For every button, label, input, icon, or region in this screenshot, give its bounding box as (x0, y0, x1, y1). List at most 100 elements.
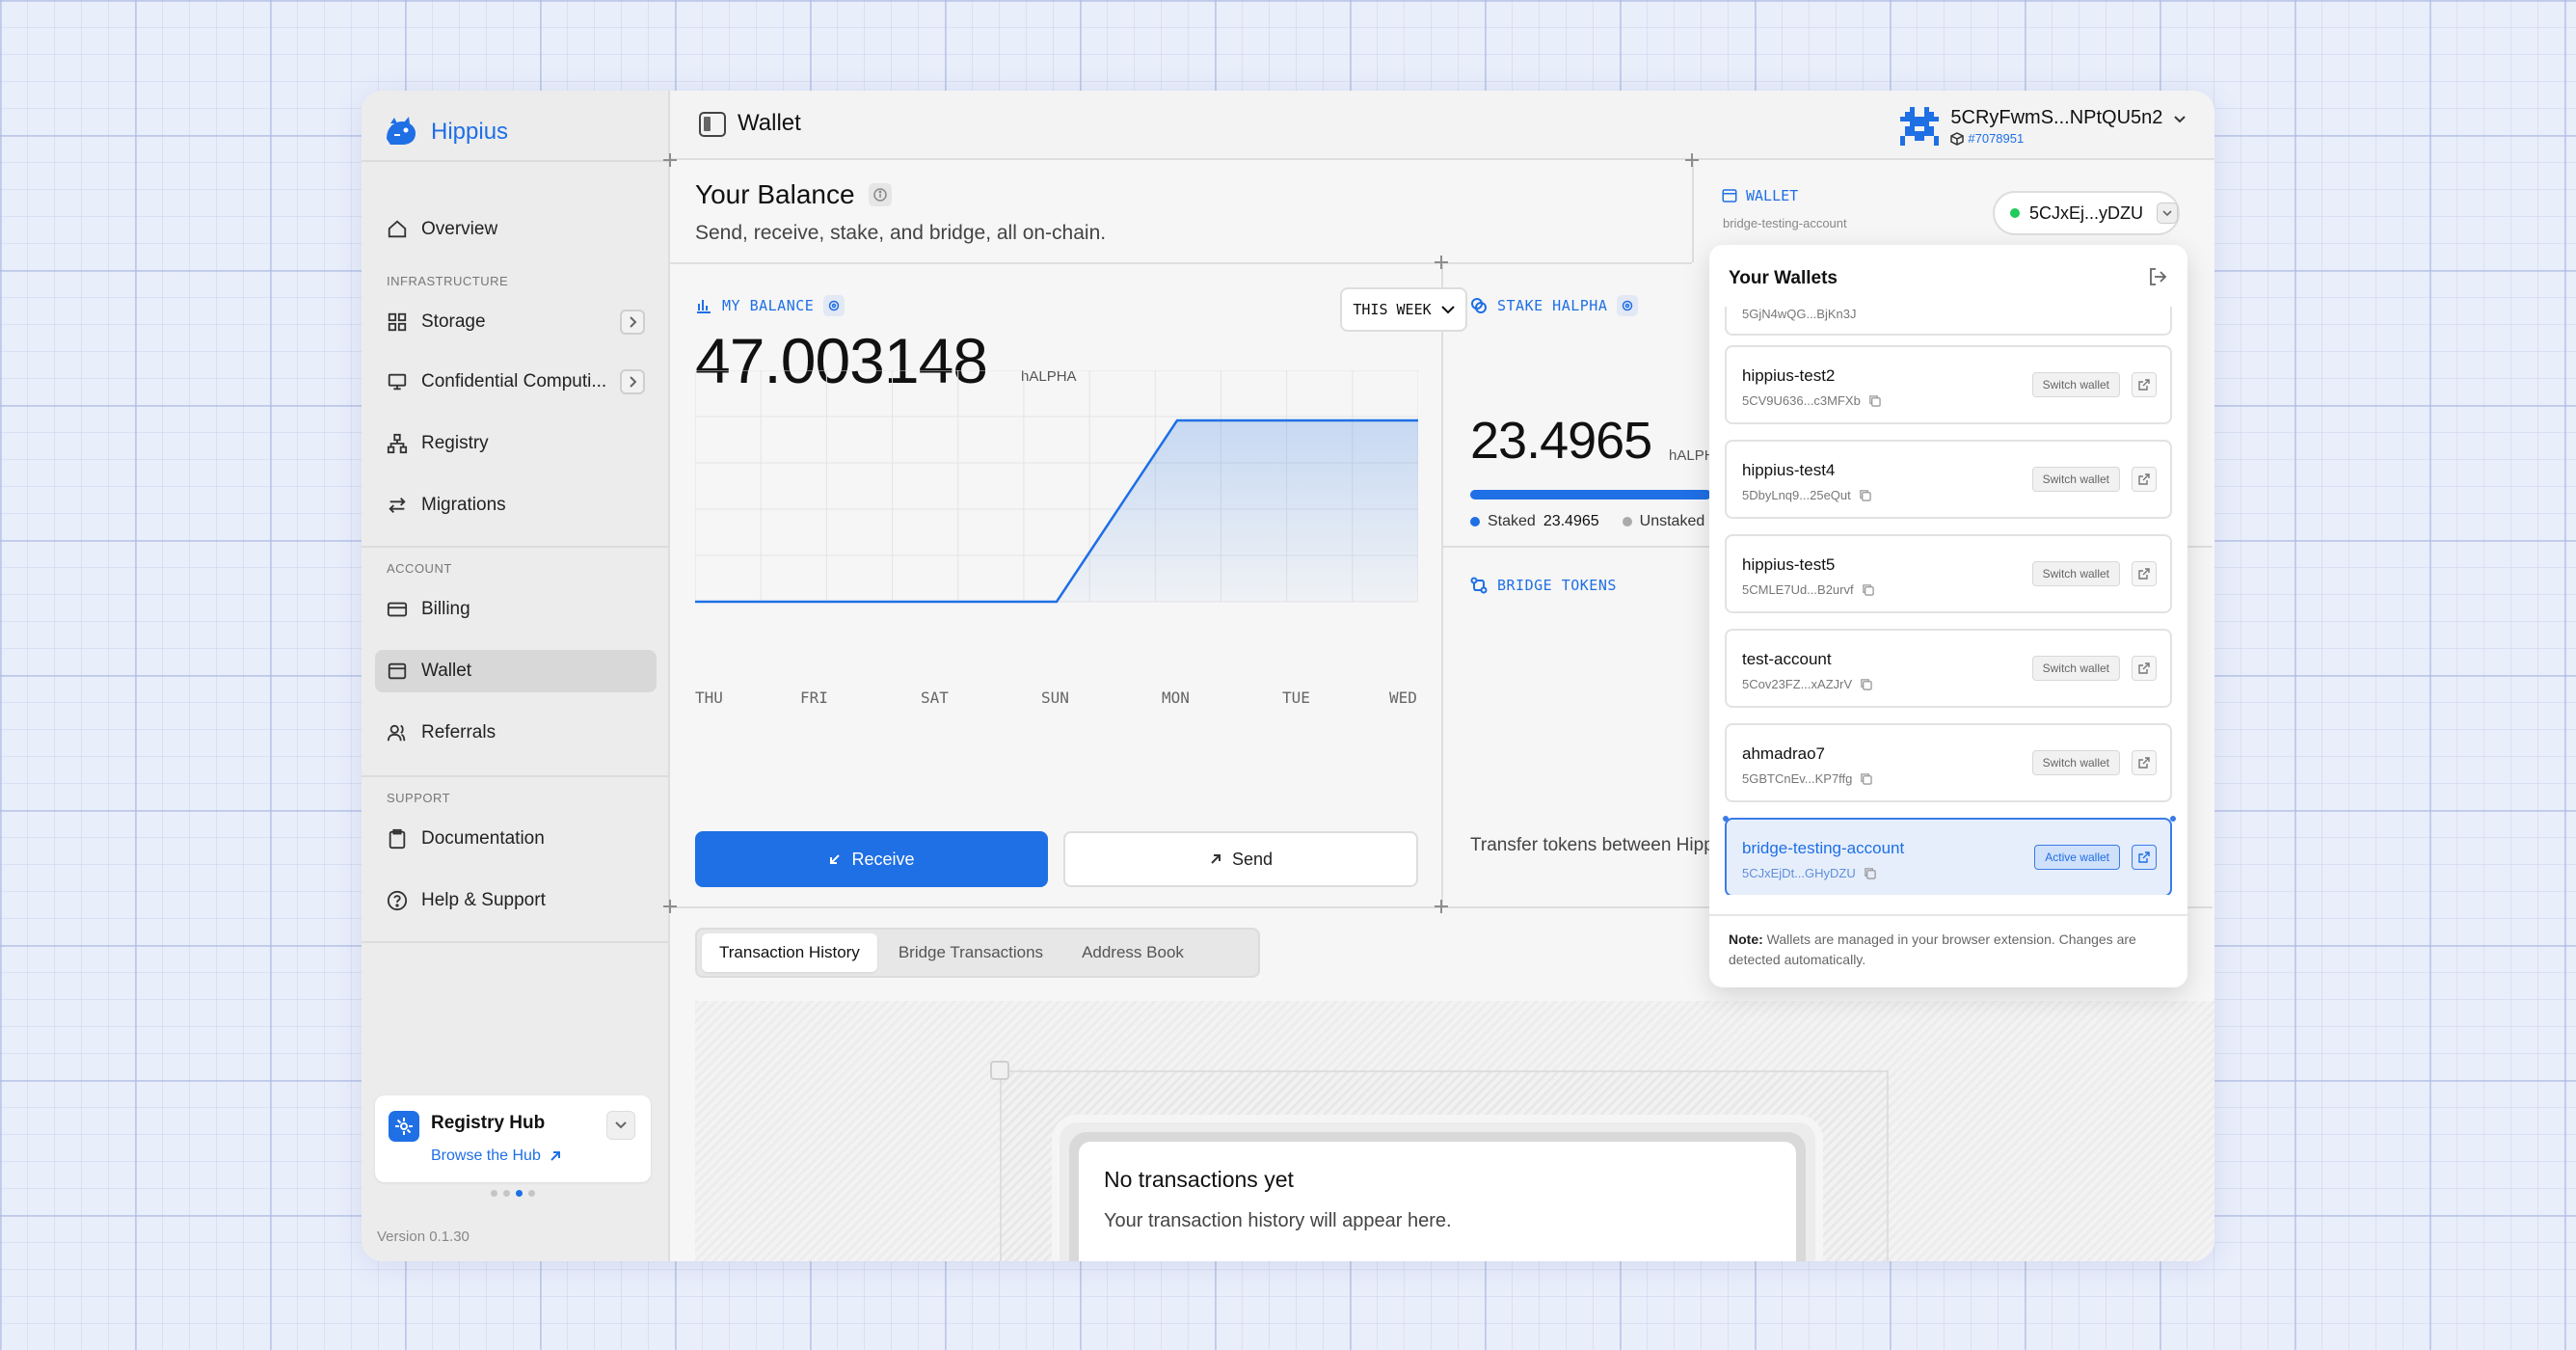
credit-card-icon (387, 602, 408, 617)
sidebar-item-compute[interactable]: Confidential Computi... (375, 361, 657, 403)
frame-handle (990, 1061, 1009, 1080)
account-switcher[interactable]: 5CRyFwmS...NPtQU5n2 #7078951 (1900, 102, 2186, 150)
bridge-description: Transfer tokens between Hippi (1470, 835, 1711, 855)
sidebar-item-migrations[interactable]: Migrations (375, 484, 657, 526)
wallet-item[interactable]: hippius-test2 5CV9U636...c3MFXb Switch wal… (1725, 345, 2172, 424)
receive-button[interactable]: Receive (695, 831, 1048, 887)
x-tick-label: SAT (921, 688, 949, 707)
browse-hub-label: Browse the Hub (431, 1148, 541, 1164)
sidebar-item-billing[interactable]: Billing (375, 588, 657, 631)
registry-hub-card: Registry Hub Browse the Hub (375, 1095, 651, 1182)
copy-icon[interactable] (1859, 489, 1871, 501)
stake-amount: 23.4965 (1470, 412, 1652, 470)
online-status-icon (2010, 208, 2020, 218)
wallet-name: hippius-test2 (1742, 366, 1836, 385)
arrows-swap-icon (389, 498, 406, 513)
info-icon[interactable] (868, 183, 892, 206)
monitor-icon (388, 373, 407, 391)
wallet-name: hippius-test5 (1742, 555, 1836, 574)
copy-icon[interactable] (1862, 583, 1874, 596)
network-icon (387, 433, 408, 454)
unstaked-label: Unstaked (1639, 513, 1705, 529)
external-link-icon[interactable] (2132, 372, 2157, 397)
wallet-item[interactable]: hippius-test5 5CMLE7Ud...B2urvf Switch wal… (1725, 534, 2172, 613)
copy-icon[interactable] (1868, 394, 1881, 407)
switch-wallet-button[interactable]: Switch wallet (2031, 561, 2120, 586)
dropdown-note: Note: Wallets are managed in your browse… (1709, 914, 2187, 984)
copy-icon[interactable] (1860, 678, 1872, 690)
users-icon (387, 724, 406, 742)
sidebar-item-label: Help & Support (421, 890, 546, 910)
range-label: THIS WEEK (1353, 301, 1432, 318)
sidebar-toggle-icon[interactable] (699, 112, 726, 137)
external-link-icon[interactable] (2132, 561, 2157, 586)
sidebar-item-wallet[interactable]: Wallet (375, 650, 657, 692)
section-label-infrastructure: INFRASTRUCTURE (387, 274, 509, 288)
chevron-right-icon[interactable] (620, 310, 645, 335)
copy-icon[interactable] (1860, 772, 1873, 785)
sidebar-item-registry[interactable]: Registry (375, 422, 657, 465)
wallet-account-name: bridge-testing-account (1723, 216, 1847, 230)
wallet-address: 5DbyLnq9...25eQut (1742, 488, 1871, 502)
chevron-down-icon (2157, 202, 2178, 224)
registry-hub-logo-icon (389, 1111, 419, 1142)
switch-wallet-button[interactable]: Switch wallet (2031, 467, 2120, 492)
tab-transaction-history[interactable]: Transaction History (702, 933, 877, 972)
carousel-dots[interactable] (491, 1190, 535, 1197)
empty-state-frame: No transactions yet Your transaction his… (1000, 1070, 1889, 1261)
sidebar-item-label: Storage (421, 311, 486, 332)
wallet-name: test-account (1742, 650, 1832, 668)
sidebar-item-label: Registry (421, 433, 489, 453)
chevron-right-icon[interactable] (620, 369, 645, 394)
balance-chart (694, 369, 1419, 626)
copy-icon[interactable] (1864, 867, 1876, 879)
hub-collapse-button[interactable] (606, 1111, 635, 1140)
balance-chart-svg (694, 369, 1419, 604)
sidebar-item-overview[interactable]: Overview (375, 208, 657, 251)
section-label-account: ACCOUNT (387, 561, 452, 576)
switch-wallet-button[interactable]: Switch wallet (2031, 656, 2120, 681)
selection-handle (1723, 816, 1729, 822)
switch-wallet-button[interactable]: Switch wallet (2031, 750, 2120, 775)
dropdown-title: Your Wallets (1729, 268, 1838, 288)
tab-bridge-transactions[interactable]: Bridge Transactions (881, 933, 1060, 972)
wallet-selector[interactable]: 5CJxEj...yDZU (1993, 191, 2180, 235)
eye-icon[interactable] (823, 295, 845, 316)
page-title: Wallet (738, 110, 801, 136)
x-tick-label: THU (695, 688, 723, 707)
help-circle-icon (387, 890, 408, 911)
external-link-icon[interactable] (2132, 656, 2157, 681)
browse-hub-link[interactable]: Browse the Hub (431, 1148, 562, 1165)
sidebar-item-label: Documentation (421, 828, 545, 849)
external-link-icon[interactable] (2132, 750, 2157, 775)
tab-address-book[interactable]: Address Book (1064, 933, 1201, 972)
logout-icon[interactable] (2147, 266, 2168, 292)
wallet-item-active[interactable]: bridge-testing-account 5CJxEjDt...GHyDZU A… (1723, 816, 2176, 895)
stake-unit: hALPH (1669, 447, 1715, 464)
external-link-icon[interactable] (2132, 845, 2157, 870)
wallet-item[interactable]: test-account 5Cov23FZ...xAZJrV Switch wall… (1725, 629, 2172, 708)
eye-icon[interactable] (1617, 295, 1639, 316)
arrow-up-right-icon (550, 1151, 560, 1161)
wallet-item[interactable]: ahmadrao7 5GBTCnEv...KP7ffg Switch wallet (1725, 723, 2172, 802)
wallet-address: 5CV9U636...c3MFXb (1742, 393, 1881, 408)
stake-label: STAKE HALPHA (1470, 295, 1639, 316)
wallet-list: 5GjN4wQG...BjKn3J hippius-test2 5CV9U636.… (1709, 307, 2187, 895)
sidebar-item-storage[interactable]: Storage (375, 301, 657, 343)
sidebar-item-help[interactable]: Help & Support (375, 879, 657, 922)
app-window: Hippius Overview INFRASTRUCTURE Storage … (362, 91, 2214, 1261)
selection-handle (2170, 816, 2176, 822)
switch-wallet-button[interactable]: Switch wallet (2031, 372, 2120, 397)
brand[interactable]: Hippius (383, 108, 508, 156)
staked-value: 23.4965 (1543, 513, 1599, 529)
wallet-item[interactable]: hippius-test4 5DbyLnq9...25eQut Switch wal… (1725, 440, 2172, 519)
send-button[interactable]: Send (1063, 831, 1418, 887)
wallet-item[interactable]: 5GjN4wQG...BjKn3J (1725, 307, 2172, 336)
block-number: #7078951 (1950, 131, 2186, 146)
sidebar-item-documentation[interactable]: Documentation (375, 818, 657, 860)
sidebar-item-referrals[interactable]: Referrals (375, 712, 657, 754)
external-link-icon[interactable] (2132, 467, 2157, 492)
wallet-address: 5GBTCnEv...KP7ffg (1742, 771, 1873, 786)
range-select[interactable]: THIS WEEK (1340, 287, 1467, 332)
x-tick-label: WED (1389, 688, 1417, 707)
